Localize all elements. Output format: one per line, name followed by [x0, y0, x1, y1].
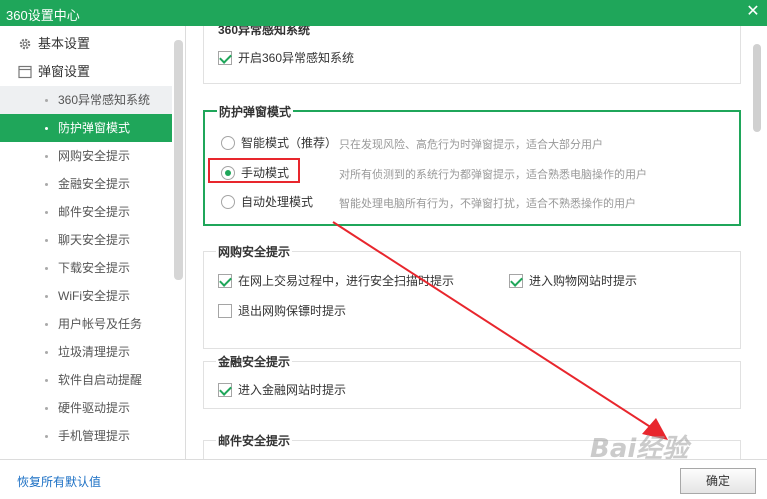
sidebar-item-autostart[interactable]: 软件自启动提醒 — [0, 366, 172, 394]
sidebar-item-wifi[interactable]: WiFi安全提示 — [0, 282, 172, 310]
sidebar-item-label: 下载安全提示 — [58, 261, 131, 275]
section-anomaly: 360异常感知系统 开启360异常感知系统 — [203, 26, 741, 84]
bullet-icon — [45, 435, 48, 438]
sidebar-item-popup-mode[interactable]: 防护弹窗模式 — [0, 114, 172, 142]
sidebar-item-label: 聊天安全提示 — [58, 233, 131, 247]
bullet-icon — [45, 379, 48, 382]
sidebar: 基本设置 弹窗设置 360异常感知系统 防护弹窗模式 网购安全提示 金融安全提示… — [0, 26, 186, 459]
sidebar-item-label: 360异常感知系统 — [58, 93, 151, 107]
sidebar-item-mail[interactable]: 邮件安全提示 — [0, 198, 172, 226]
shopping-exit-checkbox[interactable]: 退出网购保镖时提示 — [218, 302, 346, 320]
bullet-icon — [45, 155, 48, 158]
bullet-icon — [45, 211, 48, 214]
bullet-icon — [45, 323, 48, 326]
sidebar-item-label: 邮件安全提示 — [58, 205, 131, 219]
close-icon[interactable]: ✕ — [743, 2, 763, 22]
sidebar-group-label: 弹窗设置 — [38, 64, 91, 79]
radio-auto-mode[interactable]: 自动处理模式 — [221, 193, 313, 211]
radio-smart-mode[interactable]: 智能模式（推荐） — [221, 134, 337, 152]
section-title: 金融安全提示 — [216, 353, 293, 370]
reset-defaults-link[interactable]: 恢复所有默认值 — [17, 473, 101, 490]
radio-label: 智能模式（推荐） — [241, 136, 338, 150]
checkbox-label: 开启360异常感知系统 — [238, 51, 355, 65]
settings-panel: 360异常感知系统 开启360异常感知系统 防护弹窗模式 智能模式（推荐） 只在… — [187, 26, 767, 459]
section-mail: 邮件安全提示 — [203, 432, 741, 459]
bullet-icon — [45, 183, 48, 186]
window-icon — [18, 65, 32, 79]
sidebar-item-label: 硬件驱动提示 — [58, 401, 131, 415]
bullet-icon — [45, 127, 48, 130]
option-description: 智能处理电脑所有行为，不弹窗打扰，适合不熟悉操作的用户 — [339, 198, 636, 210]
sidebar-item-phone[interactable]: 手机管理提示 — [0, 422, 172, 450]
section-title: 防护弹窗模式 — [217, 103, 294, 120]
sidebar-item-label: 防护弹窗模式 — [58, 121, 131, 135]
window-title: 360设置中心 — [6, 8, 80, 23]
sidebar-item-label: 用户帐号及任务 — [58, 317, 143, 331]
option-description: 只在发现风险、高危行为时弹窗提示，适合大部分用户 — [339, 139, 603, 151]
sidebar-item-label: 网购安全提示 — [58, 149, 131, 163]
checkbox-label: 进入购物网站时提示 — [529, 274, 638, 288]
checkbox-label: 退出网购保镖时提示 — [238, 304, 347, 318]
radio-manual-mode[interactable]: 手动模式 — [221, 164, 289, 182]
sidebar-item-anomaly[interactable]: 360异常感知系统 — [0, 86, 172, 114]
radio-label: 自动处理模式 — [241, 195, 314, 209]
sidebar-item-driver[interactable]: 硬件驱动提示 — [0, 394, 172, 422]
checkbox-icon — [218, 304, 232, 318]
section-title: 邮件安全提示 — [216, 432, 293, 449]
checkbox-label: 进入金融网站时提示 — [238, 383, 347, 397]
section-title: 360异常感知系统 — [216, 26, 313, 38]
sidebar-group-popup[interactable]: 弹窗设置 — [0, 58, 172, 86]
sidebar-item-finance[interactable]: 金融安全提示 — [0, 170, 172, 198]
shopping-site-checkbox[interactable]: 进入购物网站时提示 — [509, 272, 637, 290]
sidebar-scrollbar[interactable] — [174, 40, 183, 280]
section-shopping: 网购安全提示 在网上交易过程中，进行安全扫描时提示 进入购物网站时提示 退出网购… — [203, 243, 741, 349]
checkbox-icon — [218, 383, 232, 397]
radio-icon — [221, 195, 235, 209]
sidebar-item-shopping[interactable]: 网购安全提示 — [0, 142, 172, 170]
checkbox-icon — [218, 51, 232, 65]
footer: 恢复所有默认值 确定 — [0, 459, 767, 499]
section-title: 网购安全提示 — [216, 243, 293, 260]
radio-label: 手动模式 — [241, 166, 290, 180]
sidebar-group-label: 基本设置 — [38, 36, 91, 51]
sidebar-item-download[interactable]: 下载安全提示 — [0, 254, 172, 282]
gear-icon — [19, 38, 31, 50]
section-popup-mode: 防护弹窗模式 智能模式（推荐） 只在发现风险、高危行为时弹窗提示，适合大部分用户… — [203, 103, 741, 226]
bullet-icon — [45, 99, 48, 102]
sidebar-item-label: 手机管理提示 — [58, 429, 131, 443]
sidebar-item-label: 软件自启动提醒 — [58, 373, 143, 387]
ok-button[interactable]: 确定 — [680, 468, 756, 494]
checkbox-icon — [509, 274, 523, 288]
bullet-icon — [45, 407, 48, 410]
sidebar-group-basic[interactable]: 基本设置 — [0, 30, 172, 58]
bullet-icon — [45, 351, 48, 354]
bullet-icon — [45, 267, 48, 270]
checkbox-icon — [218, 274, 232, 288]
sidebar-item-account[interactable]: 用户帐号及任务 — [0, 310, 172, 338]
bullet-icon — [45, 239, 48, 242]
sidebar-item-label: 垃圾清理提示 — [58, 345, 131, 359]
shopping-scan-checkbox[interactable]: 在网上交易过程中，进行安全扫描时提示 — [218, 272, 454, 290]
option-description: 对所有侦测到的系统行为都弹窗提示，适合熟悉电脑操作的用户 — [339, 169, 647, 181]
checkbox-label: 在网上交易过程中，进行安全扫描时提示 — [238, 274, 455, 288]
sidebar-item-chat[interactable]: 聊天安全提示 — [0, 226, 172, 254]
sidebar-item-cleanup[interactable]: 垃圾清理提示 — [0, 338, 172, 366]
title-bar: 360设置中心 ✕ — [0, 0, 767, 26]
section-finance: 金融安全提示 进入金融网站时提示 — [203, 353, 741, 409]
finance-site-checkbox[interactable]: 进入金融网站时提示 — [218, 381, 346, 399]
radio-icon — [221, 136, 235, 150]
radio-icon — [221, 166, 235, 180]
bullet-icon — [45, 295, 48, 298]
sidebar-item-label: WiFi安全提示 — [58, 289, 130, 303]
main-scrollbar[interactable] — [753, 44, 761, 132]
anomaly-checkbox[interactable]: 开启360异常感知系统 — [218, 49, 354, 67]
sidebar-item-label: 金融安全提示 — [58, 177, 131, 191]
